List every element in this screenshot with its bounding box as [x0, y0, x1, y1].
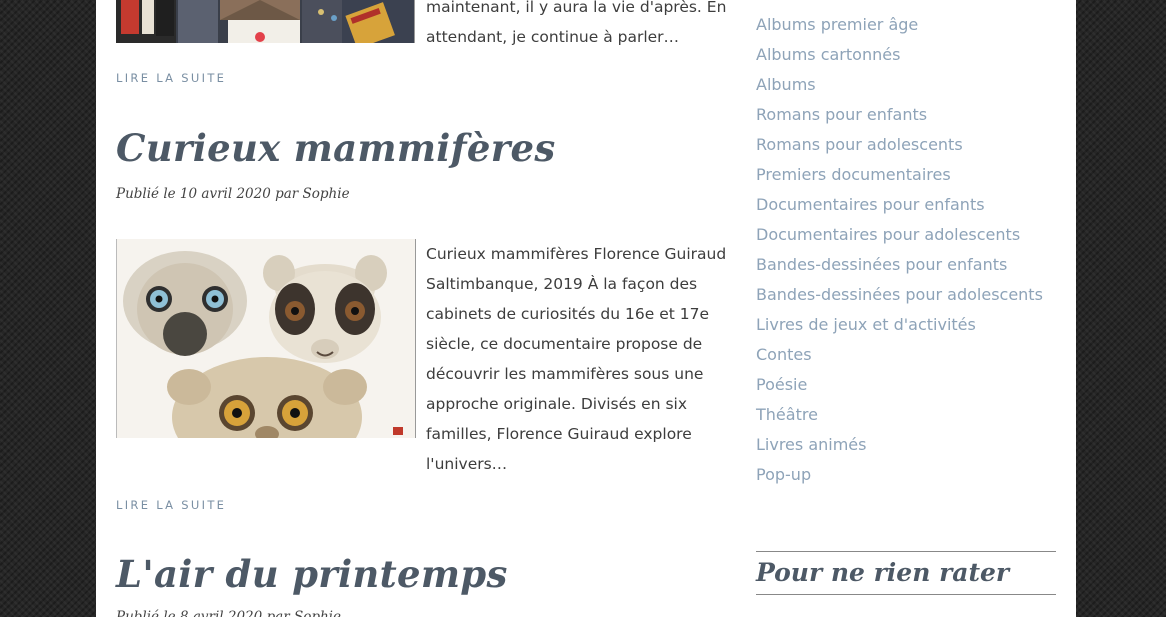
category-item: Albums cartonnés	[756, 40, 1043, 70]
category-link[interactable]: Documentaires pour adolescents	[756, 225, 1020, 244]
post-thumbnail-books[interactable]	[116, 0, 415, 43]
post-title-link[interactable]: L'air du printemps	[116, 552, 508, 596]
category-item: Théâtre	[756, 400, 1043, 430]
category-link[interactable]: Bandes-dessinées pour adolescents	[756, 285, 1043, 304]
category-item: Bandes-dessinées pour adolescents	[756, 280, 1043, 310]
category-link[interactable]: Pop-up	[756, 465, 811, 484]
category-link[interactable]: Romans pour enfants	[756, 105, 927, 124]
category-link[interactable]: Théâtre	[756, 405, 818, 424]
post-excerpt: Curieux mammifères Florence Guiraud Salt…	[426, 245, 727, 473]
category-item: Albums	[756, 70, 1043, 100]
category-item: Livres animés	[756, 430, 1043, 460]
category-link[interactable]: Livres animés	[756, 435, 866, 454]
category-list: Albums premier âge Albums cartonnés Albu…	[756, 10, 1043, 490]
category-item: Contes	[756, 340, 1043, 370]
category-link[interactable]: Albums cartonnés	[756, 45, 900, 64]
category-link[interactable]: Poésie	[756, 375, 807, 394]
category-link[interactable]: Livres de jeux et d'activités	[756, 315, 976, 334]
category-item: Bandes-dessinées pour enfants	[756, 250, 1043, 280]
category-link[interactable]: Romans pour adolescents	[756, 135, 963, 154]
post-meta: Publié le 10 avril 2020 par Sophie	[116, 186, 350, 202]
category-item: Poésie	[756, 370, 1043, 400]
category-item: Documentaires pour enfants	[756, 190, 1043, 220]
category-item: Pop-up	[756, 460, 1043, 490]
category-link[interactable]: Albums premier âge	[756, 15, 918, 34]
category-item: Premiers documentaires	[756, 160, 1043, 190]
post-meta: Publié le 8 avril 2020 par Sophie	[116, 609, 341, 617]
category-link[interactable]: Premiers documentaires	[756, 165, 951, 184]
post-thumbnail-mammals[interactable]	[116, 239, 416, 438]
page-content: maintenant, il y aura la vie d'après. En…	[96, 0, 1076, 617]
category-item: Livres de jeux et d'activités	[756, 310, 1043, 340]
widget-title: Pour ne rien rater	[756, 551, 1056, 595]
category-link[interactable]: Documentaires pour enfants	[756, 195, 985, 214]
category-item: Romans pour adolescents	[756, 130, 1043, 160]
category-item: Albums premier âge	[756, 10, 1043, 40]
category-item: Documentaires pour adolescents	[756, 220, 1043, 250]
post-title-link[interactable]: Curieux mammifères	[116, 126, 555, 170]
category-item: Romans pour enfants	[756, 100, 1043, 130]
read-more-link[interactable]: LIRE LA SUITE	[116, 498, 226, 512]
category-link[interactable]: Albums	[756, 75, 816, 94]
read-more-link[interactable]: LIRE LA SUITE	[116, 71, 226, 85]
post-excerpt: maintenant, il y aura la vie d'après. En…	[426, 0, 727, 46]
category-link[interactable]: Bandes-dessinées pour enfants	[756, 255, 1007, 274]
category-link[interactable]: Contes	[756, 345, 812, 364]
